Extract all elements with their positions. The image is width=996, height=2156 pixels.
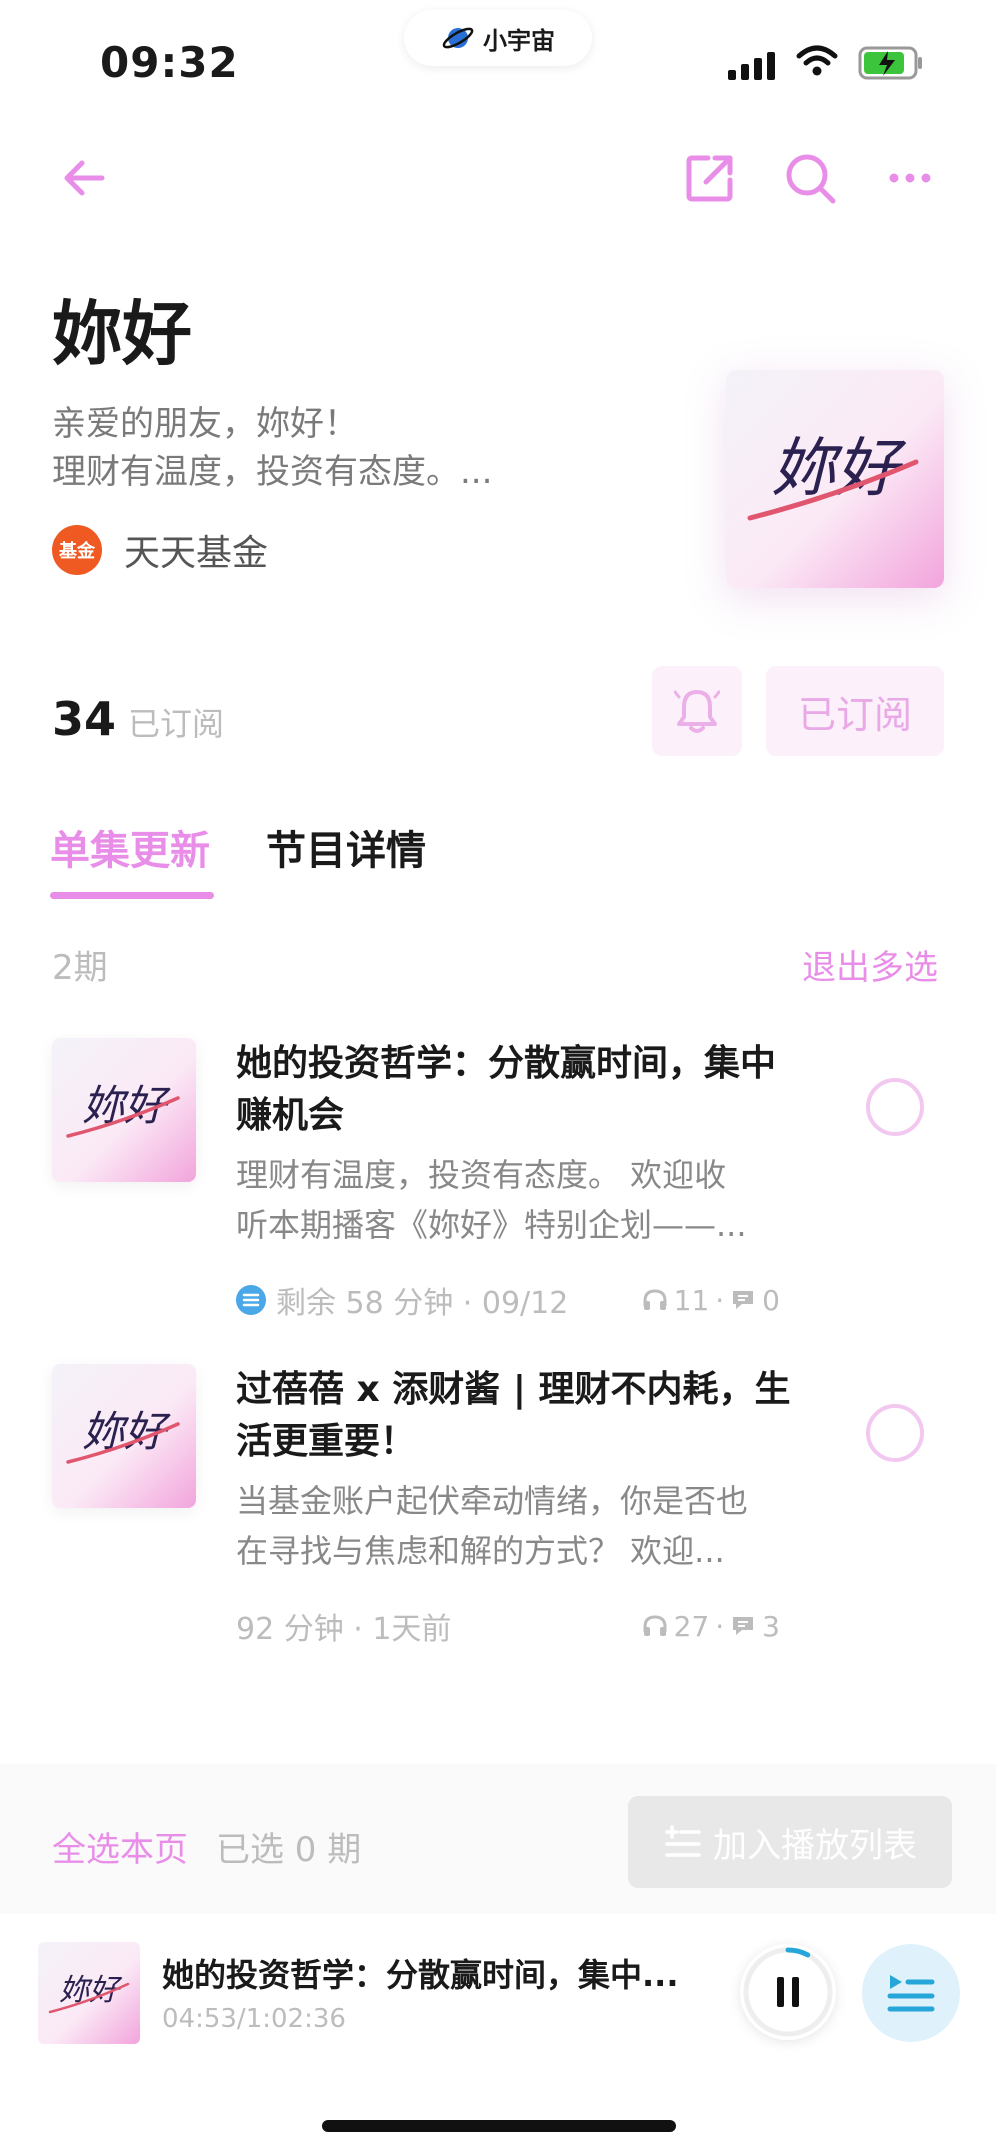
exit-multiselect-button[interactable]: 退出多选 (802, 940, 938, 989)
wifi-icon (796, 45, 838, 76)
episode-duration: 92 分钟 · 1天前 (236, 1612, 452, 1647)
headphones-icon (643, 1615, 667, 1636)
battery-icon (858, 46, 922, 80)
episode-item[interactable]: 妳好 过蓓蓓 x 添财酱 | 理财不内耗，生活更重要！ 当基金账户起伏牵动情绪，… (0, 1364, 996, 1684)
episode-description: 当基金账户起伏牵动情绪，你是否也 在寻找与焦虑和解的方式？ 欢迎... (236, 1476, 796, 1576)
episode-select-radio[interactable] (866, 1404, 924, 1462)
app-pill: 小宇宙 (404, 10, 592, 66)
episode-title: 过蓓蓓 x 添财酱 | 理财不内耗，生活更重要！ (236, 1369, 791, 1462)
play-queue-button[interactable] (862, 1944, 960, 2042)
tab-episodes[interactable]: 单集更新 (50, 818, 210, 876)
episode-desc-line: 当基金账户起伏牵动情绪，你是否也 (236, 1482, 749, 1520)
back-button[interactable] (56, 150, 112, 206)
player-thumbnail: 妳好 (38, 1942, 140, 2044)
author-row[interactable]: 基金 天天基金 (52, 524, 268, 576)
episode-duration: 剩余 58 分钟 · 09/12 (276, 1286, 569, 1321)
episode-thumbnail: 妳好 (52, 1364, 196, 1508)
subscribed-button[interactable]: 已订阅 (766, 666, 944, 756)
notify-button[interactable] (652, 666, 742, 756)
comment-count: 0 (762, 1283, 780, 1317)
search-button[interactable] (780, 148, 840, 208)
headphones-icon (643, 1289, 667, 1310)
author-name: 天天基金 (124, 533, 269, 574)
player-title: 她的投资哲学：分散赢时间，集中... (162, 1956, 679, 1994)
share-button[interactable] (680, 148, 740, 208)
select-all-button[interactable]: 全选本页 (52, 1822, 188, 1871)
play-count: 27 (673, 1609, 710, 1643)
podcast-description[interactable]: 亲爱的朋友，妳好！ 理财有温度，投资有态度。... (52, 400, 672, 496)
episode-meta: 92 分钟 · 1天前 27 · 3 (236, 1604, 780, 1648)
pause-icon (777, 1977, 799, 2007)
episode-thumbnail: 妳好 (52, 1038, 196, 1182)
playlist-icon (887, 1975, 935, 2012)
svg-text:妳好: 妳好 (771, 432, 907, 506)
play-count: 11 (673, 1283, 710, 1317)
share-icon (686, 155, 733, 202)
author-avatar: 基金 (52, 525, 102, 575)
more-button[interactable] (880, 148, 940, 208)
back-arrow-icon (64, 160, 105, 196)
episode-desc-line: 在寻找与焦虑和解的方式？ 欢迎... (236, 1532, 725, 1570)
pause-button[interactable] (740, 1944, 836, 2040)
player-time: 04:53/1:02:36 (162, 2004, 346, 2034)
search-icon (786, 154, 836, 204)
subscriber-stat: 34 已订阅 (52, 692, 224, 746)
selected-count: 已选 0 期 (216, 1830, 362, 1870)
tab-active-indicator (50, 892, 214, 899)
add-to-playlist-label: 加入播放列表 (713, 1825, 917, 1866)
episode-item[interactable]: 妳好 她的投资哲学：分散赢时间，集中赚机会 理财有温度，投资有态度。 欢迎收 听… (0, 1038, 996, 1358)
comment-icon (733, 1291, 754, 1309)
episode-description: 理财有温度，投资有态度。 欢迎收 听本期播客《妳好》特别企划——... (236, 1150, 796, 1250)
transcript-icon (236, 1285, 266, 1315)
description-line-1: 亲爱的朋友，妳好！ (52, 404, 358, 444)
signal-icon (728, 50, 775, 80)
comment-count: 3 (762, 1609, 780, 1643)
subscriber-label: 已订阅 (128, 705, 225, 743)
planet-icon (442, 27, 474, 49)
episode-title: 她的投资哲学：分散赢时间，集中赚机会 (236, 1043, 777, 1136)
episode-select-radio[interactable] (866, 1078, 924, 1136)
pill-label: 小宇宙 (483, 26, 555, 55)
add-to-playlist-button[interactable]: 加入播放列表 (628, 1796, 952, 1888)
subscriber-count: 34 (52, 692, 117, 746)
episode-count: 2期 (52, 948, 108, 988)
comment-icon (733, 1617, 754, 1635)
tab-details[interactable]: 节目详情 (266, 818, 426, 876)
podcast-cover: 妳好 (726, 370, 944, 588)
episode-desc-line: 理财有温度，投资有态度。 欢迎收 (236, 1156, 727, 1194)
status-time: 09:32 (100, 38, 239, 87)
home-indicator (322, 2120, 676, 2132)
description-line-2: 理财有温度，投资有态度。... (52, 452, 493, 492)
episode-meta: 剩余 58 分钟 · 09/12 11 · 0 (236, 1278, 780, 1322)
bell-icon (674, 690, 720, 733)
episode-desc-line: 听本期播客《妳好》特别企划——... (236, 1206, 747, 1244)
more-dots-icon (889, 173, 931, 183)
add-playlist-icon (665, 1825, 701, 1857)
podcast-title: 妳好 (52, 293, 192, 375)
